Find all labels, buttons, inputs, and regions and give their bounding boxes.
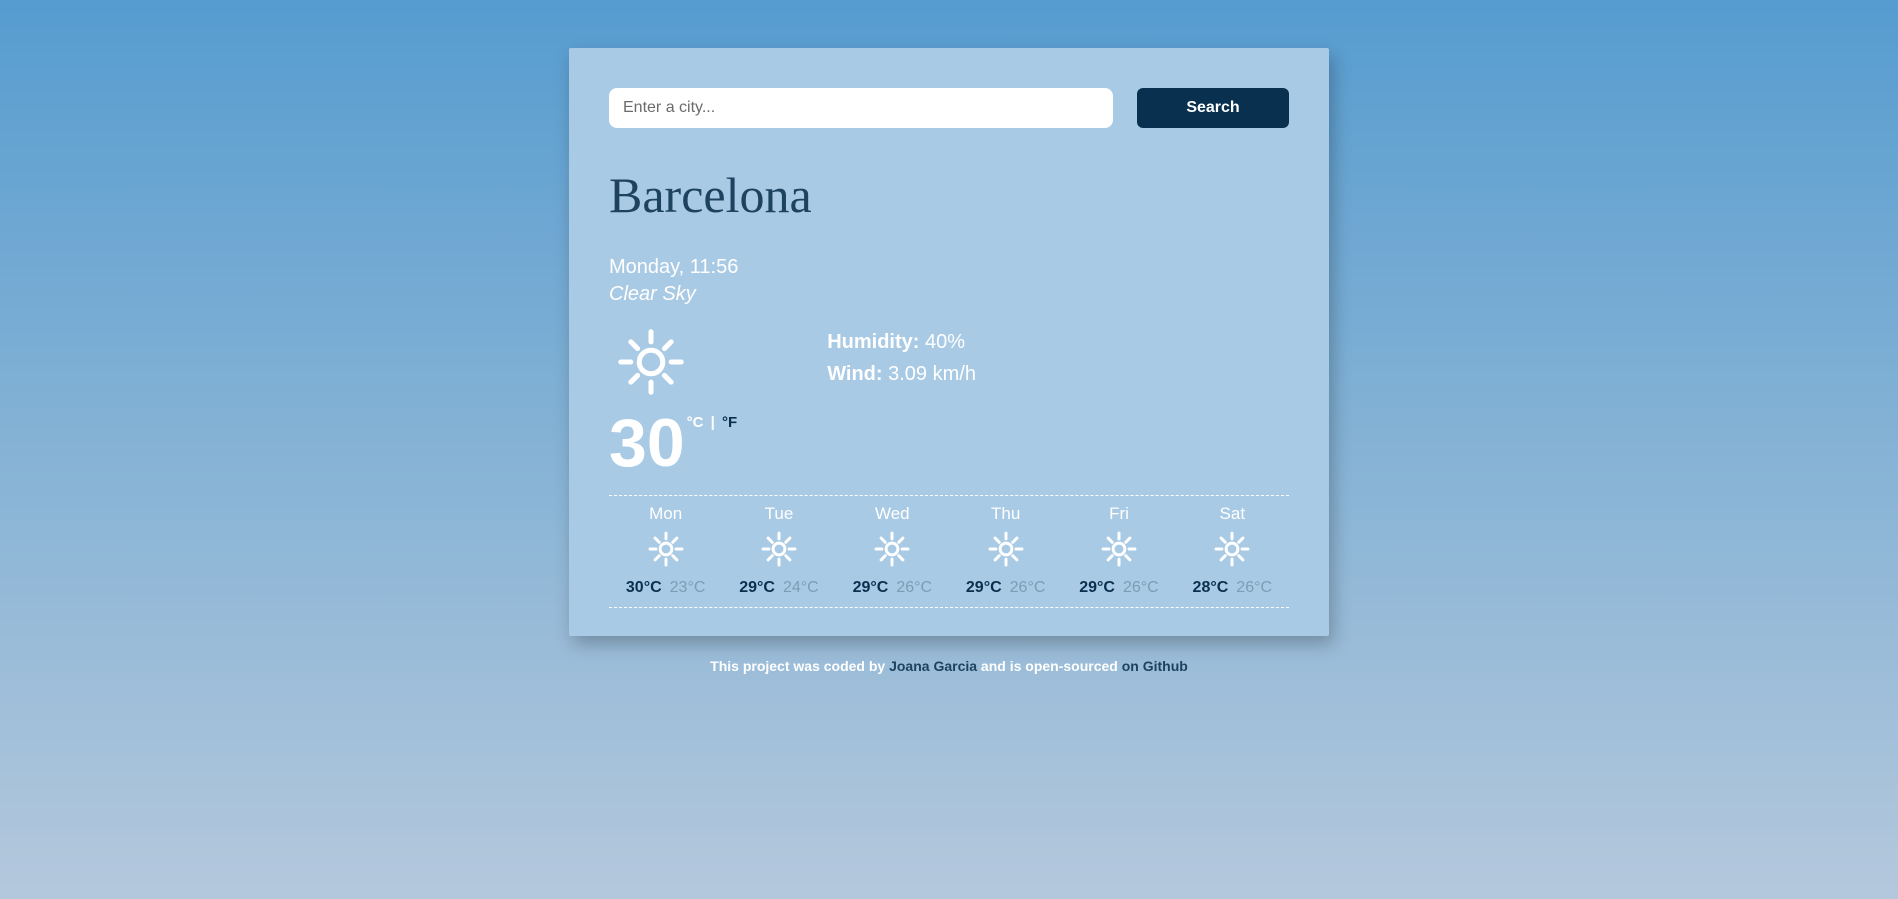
search-row: Search (609, 88, 1289, 128)
forecast-temp-low: 26°C (896, 579, 932, 596)
footer-pre: This project was coded by (710, 658, 889, 674)
current-weather-row: 30 °C | °F Humidity: 40% Wind: 3.09 km/h (609, 320, 1289, 477)
forecast-temps: 29°C 26°C (1062, 579, 1175, 597)
forecast-temps: 29°C 26°C (949, 579, 1062, 597)
sun-svg-small (1211, 528, 1253, 570)
forecast-day: Tue 29°C 24°C (722, 504, 835, 597)
temperature-row: 30 °C | °F (609, 409, 737, 477)
sun-icon (609, 528, 722, 575)
forecast-row: Mon 30°C 23°C Tue 29°C 24°C Wed (609, 504, 1289, 597)
forecast-temps: 29°C 24°C (722, 579, 835, 597)
unit-celsius[interactable]: °C (687, 414, 704, 431)
forecast-day-label: Sat (1176, 504, 1289, 524)
author-link[interactable]: Joana Garcia (889, 658, 977, 674)
sun-svg-small (985, 528, 1027, 570)
forecast-day-label: Mon (609, 504, 722, 524)
forecast-day: Sat 28°C 26°C (1176, 504, 1289, 597)
sun-svg-small (758, 528, 800, 570)
forecast-temp-low: 26°C (1123, 579, 1159, 596)
forecast-day-label: Tue (722, 504, 835, 524)
forecast-temp-low: 26°C (1236, 579, 1272, 596)
date-time: Monday, 11:56 (609, 256, 1289, 279)
sun-icon (836, 528, 949, 575)
forecast-temp-high: 30°C (626, 579, 662, 596)
forecast-day-label: Thu (949, 504, 1062, 524)
github-link[interactable]: on Github (1122, 658, 1188, 674)
forecast-day: Wed 29°C 26°C (836, 504, 949, 597)
forecast-temp-high: 28°C (1193, 579, 1229, 596)
sun-icon (609, 320, 737, 409)
city-search-input[interactable] (609, 88, 1113, 128)
forecast-temp-high: 29°C (966, 579, 1002, 596)
current-left: 30 °C | °F (609, 320, 737, 477)
forecast-section: Mon 30°C 23°C Tue 29°C 24°C Wed (609, 495, 1289, 608)
sun-svg-small (1098, 528, 1140, 570)
forecast-temp-low: 24°C (783, 579, 819, 596)
weather-condition: Clear Sky (609, 283, 1289, 306)
sun-icon (722, 528, 835, 575)
temperature-value: 30 (609, 409, 685, 477)
unit-fahrenheit[interactable]: °F (722, 414, 737, 431)
sun-svg-small (645, 528, 687, 570)
unit-toggle: °C | °F (687, 414, 738, 431)
sun-svg-small (871, 528, 913, 570)
forecast-day: Mon 30°C 23°C (609, 504, 722, 597)
forecast-day: Thu 29°C 26°C (949, 504, 1062, 597)
sun-svg (609, 320, 693, 404)
forecast-temp-high: 29°C (1079, 579, 1115, 596)
forecast-temps: 30°C 23°C (609, 579, 722, 597)
wind-value: 3.09 km/h (883, 363, 976, 385)
sun-icon (1176, 528, 1289, 575)
footer-mid: and is open-sourced (977, 658, 1122, 674)
footer: This project was coded by Joana Garcia a… (710, 658, 1188, 674)
unit-separator: | (706, 414, 719, 431)
humidity-label: Humidity: (827, 331, 919, 353)
weather-stats: Humidity: 40% Wind: 3.09 km/h (827, 320, 976, 477)
humidity-value: 40% (919, 331, 965, 353)
sun-icon (1062, 528, 1175, 575)
wind-label: Wind: (827, 363, 882, 385)
forecast-temp-high: 29°C (853, 579, 889, 596)
city-name: Barcelona (609, 166, 1289, 224)
forecast-temps: 28°C 26°C (1176, 579, 1289, 597)
forecast-day-label: Wed (836, 504, 949, 524)
weather-card: Search Barcelona Monday, 11:56 Clear Sky (569, 48, 1329, 636)
forecast-temp-low: 26°C (1010, 579, 1046, 596)
sun-icon (949, 528, 1062, 575)
forecast-temp-low: 23°C (670, 579, 706, 596)
forecast-temp-high: 29°C (739, 579, 775, 596)
search-button[interactable]: Search (1137, 88, 1289, 128)
wind-row: Wind: 3.09 km/h (827, 358, 976, 390)
forecast-temps: 29°C 26°C (836, 579, 949, 597)
humidity-row: Humidity: 40% (827, 326, 976, 358)
forecast-day: Fri 29°C 26°C (1062, 504, 1175, 597)
forecast-day-label: Fri (1062, 504, 1175, 524)
